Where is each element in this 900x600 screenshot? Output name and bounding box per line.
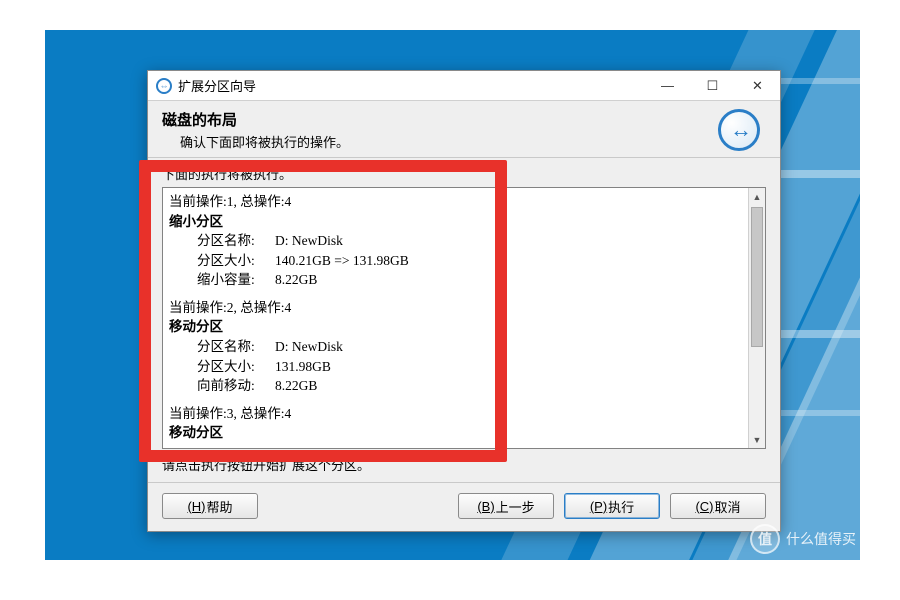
operations-list[interactable]: 当前操作:1, 总操作:4缩小分区分区名称:D: NewDisk分区大小:140… — [163, 188, 748, 448]
operations-caption: 下面的执行将被执行。 — [162, 164, 766, 183]
hint-text: 请点击执行按钮开始扩展这个分区。 — [162, 455, 766, 474]
operation-progress: 当前操作:3, 总操作:4 — [169, 404, 742, 424]
operation-row-label: 分区大小: — [197, 251, 275, 271]
operation-row: 向前移动:8.22GB — [169, 376, 742, 396]
watermark-icon: 值 — [750, 524, 780, 554]
operation-row: 分区大小:140.21GB => 131.98GB — [169, 251, 742, 271]
mnemonic: (B) — [477, 499, 494, 514]
operation-row-label: 缩小容量: — [197, 270, 275, 290]
wizard-logo-icon: ↔ — [718, 109, 760, 151]
operation-row: 分区大小:131.98GB — [169, 357, 742, 377]
wizard-footer: (H)帮助 (B)上一步 (P)执行 (C)取消 — [148, 482, 780, 531]
operation-block: 当前操作:1, 总操作:4缩小分区分区名称:D: NewDisk分区大小:140… — [169, 192, 742, 290]
scrollbar[interactable]: ▲ ▼ — [748, 188, 765, 448]
app-icon: ⇔ — [156, 78, 172, 94]
button-label: 执行 — [608, 497, 634, 516]
scroll-thumb[interactable] — [751, 207, 763, 347]
operation-title: 缩小分区 — [169, 212, 742, 232]
operation-row-value: 8.22GB — [275, 376, 317, 396]
stage: ⇔ 扩展分区向导 — ☐ ✕ 磁盘的布局 确认下面即将被执行的操作。 ↔ 下面的… — [0, 0, 900, 600]
operation-row-value: D: NewDisk — [275, 231, 343, 251]
watermark-text: 什么值得买 — [786, 529, 856, 549]
titlebar[interactable]: ⇔ 扩展分区向导 — ☐ ✕ — [148, 71, 780, 101]
operation-progress: 当前操作:2, 总操作:4 — [169, 298, 742, 318]
operation-row-value: 131.98GB — [275, 357, 331, 377]
operations-panel: 当前操作:1, 总操作:4缩小分区分区名称:D: NewDisk分区大小:140… — [162, 187, 766, 449]
page-subtitle: 确认下面即将被执行的操作。 — [180, 132, 718, 151]
wizard-window: ⇔ 扩展分区向导 — ☐ ✕ 磁盘的布局 确认下面即将被执行的操作。 ↔ 下面的… — [147, 70, 781, 532]
maximize-button[interactable]: ☐ — [690, 71, 735, 100]
operation-row: 分区名称:D: NewDisk — [169, 337, 742, 357]
scroll-down-button[interactable]: ▼ — [749, 431, 765, 448]
operation-row-value: 140.21GB => 131.98GB — [275, 251, 409, 271]
window-controls: — ☐ ✕ — [645, 71, 780, 100]
back-button[interactable]: (B)上一步 — [458, 493, 554, 519]
operation-block: 当前操作:3, 总操作:4移动分区 — [169, 404, 742, 443]
button-label: 上一步 — [496, 497, 535, 516]
operation-row: 缩小容量:8.22GB — [169, 270, 742, 290]
operation-title: 移动分区 — [169, 317, 742, 337]
mnemonic: (C) — [695, 499, 713, 514]
operation-row: 分区名称:D: NewDisk — [169, 231, 742, 251]
operation-row-label: 向前移动: — [197, 376, 275, 396]
scroll-track[interactable] — [749, 205, 765, 431]
watermark: 值 什么值得买 — [750, 524, 856, 554]
mnemonic: (H) — [187, 499, 205, 514]
operation-row-label: 分区名称: — [197, 337, 275, 357]
operation-title: 移动分区 — [169, 423, 742, 443]
operation-row-label: 分区名称: — [197, 231, 275, 251]
operation-row-value: D: NewDisk — [275, 337, 343, 357]
operation-row-value: 8.22GB — [275, 270, 317, 290]
close-button[interactable]: ✕ — [735, 71, 780, 100]
button-label: 帮助 — [207, 497, 233, 516]
window-title: 扩展分区向导 — [178, 76, 256, 95]
wizard-body: 下面的执行将被执行。 当前操作:1, 总操作:4缩小分区分区名称:D: NewD… — [148, 158, 780, 482]
operation-block: 当前操作:2, 总操作:4移动分区分区名称:D: NewDisk分区大小:131… — [169, 298, 742, 396]
button-label: 取消 — [715, 497, 741, 516]
wizard-header: 磁盘的布局 确认下面即将被执行的操作。 ↔ — [148, 101, 780, 157]
operation-progress: 当前操作:1, 总操作:4 — [169, 192, 742, 212]
cancel-button[interactable]: (C)取消 — [670, 493, 766, 519]
scroll-up-button[interactable]: ▲ — [749, 188, 765, 205]
minimize-button[interactable]: — — [645, 71, 690, 100]
wizard-header-text: 磁盘的布局 确认下面即将被执行的操作。 — [162, 109, 718, 151]
help-button[interactable]: (H)帮助 — [162, 493, 258, 519]
operation-row-label: 分区大小: — [197, 357, 275, 377]
proceed-button[interactable]: (P)执行 — [564, 493, 660, 519]
page-title: 磁盘的布局 — [162, 109, 718, 130]
desktop-background: ⇔ 扩展分区向导 — ☐ ✕ 磁盘的布局 确认下面即将被执行的操作。 ↔ 下面的… — [45, 30, 860, 560]
mnemonic: (P) — [590, 499, 607, 514]
